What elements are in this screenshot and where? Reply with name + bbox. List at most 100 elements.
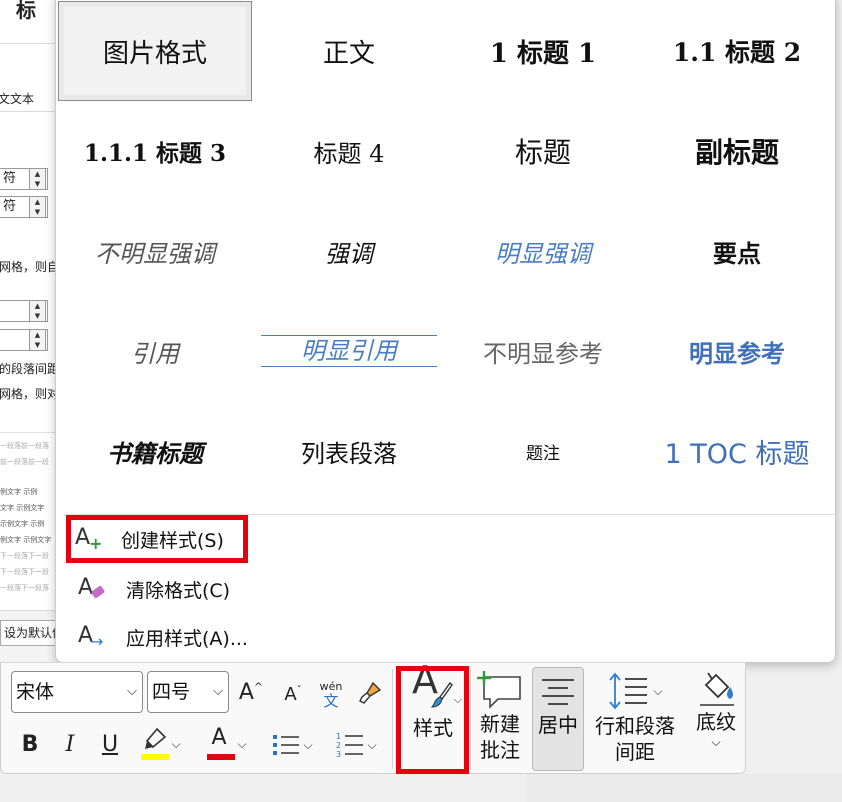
style-tile-list-paragraph[interactable]: 列表段落	[252, 401, 446, 501]
style-label: 图片格式	[102, 38, 207, 69]
font-size-combo[interactable]: 四号 ⌵	[147, 671, 229, 713]
highlight-color-button[interactable]: ⌵	[131, 725, 189, 763]
grid-note-2: 网格，则对	[0, 387, 60, 401]
apply-style-menu-item[interactable]: A → 应用样式(A)...	[70, 617, 300, 657]
window-background	[526, 774, 842, 802]
style-label: 不明显参考	[483, 339, 603, 368]
center-align-button[interactable]: 居中	[532, 667, 584, 771]
style-tile-heading-4[interactable]: 标题 4	[252, 101, 446, 201]
align-center-icon	[542, 679, 574, 705]
chevron-down-icon[interactable]: ⌵	[237, 737, 246, 752]
style-tile-title[interactable]: 标题	[446, 101, 640, 201]
format-painter-button[interactable]	[353, 675, 387, 711]
group-separator	[392, 669, 393, 769]
preview-line: 例文字 示例	[0, 488, 38, 496]
shading-button[interactable]: 底纹 ⌵	[689, 669, 743, 769]
grow-font-button[interactable]: A^	[235, 675, 267, 709]
svg-text:3: 3	[336, 750, 341, 759]
paragraph-preview: 一段落前一段落 前一段落前一段 例文字 示例 文字 示例文字 示例文字 示例 例…	[0, 432, 61, 608]
line-spacing-button[interactable]: ⌵ 行和段落 间距	[589, 669, 681, 769]
underline-icon: U	[101, 731, 119, 757]
center-label: 居中	[538, 713, 578, 737]
grow-font-icon: A^	[238, 679, 264, 705]
new-comment-button[interactable]: 新建 批注	[473, 669, 527, 769]
create-style-menu-item[interactable]: A + 创建样式(S)	[66, 515, 248, 563]
paintbrush-icon	[359, 681, 382, 704]
style-gallery-dropdown: 图片格式 正文 1 标题 1 1.1 标题 2 1.1.1 标题 3 标题 4 …	[55, 0, 836, 663]
italic-button[interactable]: I	[55, 727, 85, 761]
chevron-down-icon[interactable]: ⌵	[653, 678, 662, 704]
spin-button[interactable]: ▲ ▼	[29, 329, 46, 351]
style-label: 1.1 标题 2	[672, 38, 802, 67]
style-tile-intense-quote[interactable]: 明显引用	[252, 301, 446, 401]
set-default-button[interactable]: 设为默认值	[0, 620, 61, 646]
spin-button[interactable]: ▲ ▼	[29, 300, 46, 322]
home-ribbon-font-paragraph: 宋体 ⌵ 四号 ⌵ A^ Aˇ wén 文 B I U ⌵ A ⌵ ⌵ 1 2 …	[0, 661, 746, 774]
line-spacing-icon: ⌵	[607, 669, 663, 713]
style-label: 明显强调	[495, 239, 591, 268]
dialog-label-text: 文文本	[0, 92, 35, 106]
style-tile-emphasis[interactable]: 强调	[252, 201, 446, 301]
style-label: 标题	[514, 136, 571, 169]
style-tile-picture-format[interactable]: 图片格式	[58, 1, 252, 101]
shrink-font-button[interactable]: Aˇ	[277, 677, 309, 711]
new-comment-icon	[477, 671, 521, 709]
bullets-button[interactable]: ⌵	[263, 727, 321, 763]
font-color-button[interactable]: A ⌵	[197, 725, 255, 763]
style-label: 列表段落	[301, 439, 397, 468]
style-label: 要点	[713, 239, 761, 268]
style-tile-quote[interactable]: 引用	[58, 301, 252, 401]
spacing-note: 的段落间距	[0, 362, 60, 376]
style-tile-caption[interactable]: 题注	[446, 401, 640, 501]
style-tile-subtitle[interactable]: 副标题	[640, 101, 834, 201]
dialog-title: 标	[16, 0, 36, 22]
italic-icon: I	[65, 731, 75, 757]
preview-line: 例文字 示例文字	[0, 536, 52, 544]
style-tile-heading-2[interactable]: 1.1 标题 2	[640, 1, 834, 101]
chevron-down-icon[interactable]: ⌵	[711, 735, 720, 749]
style-tile-subtle-emphasis[interactable]: 不明显强调	[58, 201, 252, 301]
style-tile-subtle-reference[interactable]: 不明显参考	[446, 301, 640, 401]
style-tile-intense-reference[interactable]: 明显参考	[640, 301, 834, 401]
clear-formatting-label: 清除格式(C)	[126, 579, 231, 602]
group-separator	[470, 669, 471, 769]
preview-line: 示例文字 示例	[0, 520, 45, 528]
preview-line: 前一段落前一段	[0, 458, 49, 466]
phonetic-guide-button[interactable]: wén 文	[315, 675, 347, 713]
font-name-combo[interactable]: 宋体 ⌵	[11, 671, 143, 713]
dialog-title-bar: 标	[0, 0, 61, 44]
clear-formatting-icon: A	[78, 574, 110, 604]
style-tile-heading-1[interactable]: 1 标题 1	[446, 1, 640, 101]
svg-text:2: 2	[336, 741, 341, 750]
style-tile-toc-heading[interactable]: 1 TOC 标题	[640, 401, 834, 501]
preview-line: 一段落前一段落	[0, 442, 49, 450]
bold-button[interactable]: B	[15, 727, 45, 761]
style-label: 1 TOC 标题	[664, 438, 810, 470]
line-spacing-label-1: 行和段落	[595, 714, 675, 738]
style-label: 1 标题 1	[489, 38, 597, 69]
style-tile-heading-3[interactable]: 1.1.1 标题 3	[58, 101, 252, 201]
spin-button[interactable]: ▲ ▼	[29, 196, 46, 218]
underline-button[interactable]: U	[95, 727, 125, 761]
spin-button[interactable]: ▲ ▼	[29, 168, 46, 190]
style-label: 不明显强调	[95, 239, 215, 268]
style-tile-book-title[interactable]: 书籍标题	[58, 401, 252, 501]
style-tile-normal[interactable]: 正文	[252, 1, 446, 101]
style-tile-strong[interactable]: 要点	[640, 201, 834, 301]
chevron-down-icon[interactable]: ⌵	[127, 672, 137, 712]
chevron-down-icon[interactable]: ⌵	[213, 672, 223, 712]
chevron-down-icon[interactable]: ⌵	[171, 737, 180, 752]
chevron-down-icon[interactable]: ⌵	[367, 738, 376, 753]
bold-icon: B	[21, 731, 39, 757]
style-tile-intense-emphasis[interactable]: 明显强调	[446, 201, 640, 301]
create-style-icon: A +	[75, 525, 103, 553]
clear-formatting-menu-item[interactable]: A 清除格式(C)	[70, 569, 300, 609]
numbering-button[interactable]: 1 2 3 ⌵	[327, 727, 385, 763]
grid-note: 网格，则自	[0, 260, 60, 274]
svg-text:1: 1	[336, 732, 341, 741]
style-label: 明显引用	[261, 335, 437, 367]
chevron-down-icon[interactable]: ⌵	[303, 738, 312, 753]
apply-style-label: 应用样式(A)...	[126, 627, 248, 650]
preview-line: 下一段落下一段	[0, 568, 49, 576]
style-label: 题注	[526, 443, 560, 464]
